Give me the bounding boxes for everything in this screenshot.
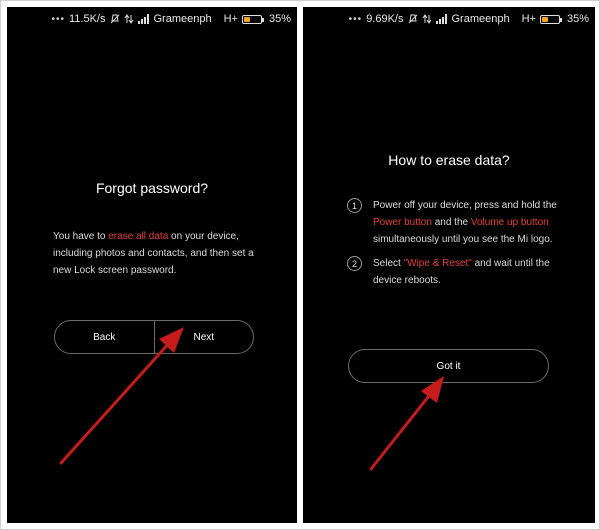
battery-icon <box>241 14 264 24</box>
step-highlight: "Wipe & Reset" <box>403 258 472 269</box>
description-text: You have to erase all data on your devic… <box>53 228 263 279</box>
battery-fill <box>243 16 250 22</box>
step-text: Power off your device, press and hold th… <box>373 197 562 248</box>
mute-icon <box>110 14 120 24</box>
status-bar: ••• 11.5K/s Grameenph H+ 35% <box>7 7 297 31</box>
screenshot-frame: ••• 11.5K/s Grameenph H+ 35% Forgot pass… <box>0 0 600 530</box>
carrier-name: Grameenph <box>153 13 212 25</box>
dots-icon: ••• <box>51 13 65 25</box>
battery-icon <box>539 14 562 24</box>
data-arrows-icon <box>124 14 134 24</box>
battery-fill <box>541 16 548 22</box>
button-group: Back Next <box>54 320 254 354</box>
step-text-part: Select <box>373 258 404 269</box>
mute-icon <box>408 14 418 24</box>
forgot-password-screen: ••• 11.5K/s Grameenph H+ 35% Forgot pass… <box>7 7 297 523</box>
step-highlight: Power button <box>373 217 432 228</box>
description-highlight: erase all data <box>108 231 169 242</box>
next-button[interactable]: Next <box>155 321 254 353</box>
description-part1: You have to <box>53 231 109 242</box>
network-type: H+ <box>521 13 536 25</box>
step-text-part: simultaneously until you see the Mi logo… <box>373 234 553 245</box>
step-item: 1 Power off your device, press and hold … <box>347 197 562 248</box>
step-highlight: Volume up button <box>470 217 549 228</box>
battery-percent: 35% <box>268 13 291 25</box>
network-speed: 11.5K/s <box>69 13 106 25</box>
step-number: 1 <box>347 198 362 213</box>
step-item: 2 Select "Wipe & Reset" and wait until t… <box>347 255 562 289</box>
signal-icon <box>435 14 448 24</box>
erase-steps: 1 Power off your device, press and hold … <box>347 197 562 296</box>
network-speed: 9.69K/s <box>366 13 404 25</box>
carrier-name: Grameenph <box>451 13 510 25</box>
back-button[interactable]: Back <box>55 321 154 353</box>
dots-icon: ••• <box>348 13 363 25</box>
signal-icon <box>137 14 150 24</box>
page-title: Forgot password? <box>95 180 209 196</box>
status-bar: ••• 9.69K/s Grameenph H+ 35% <box>303 7 595 31</box>
step-text: Select "Wipe & Reset" and wait until the… <box>373 255 562 289</box>
step-number: 2 <box>347 256 362 271</box>
step-text-part: Power off your device, press and hold th… <box>373 200 557 211</box>
network-type: H+ <box>223 13 238 25</box>
page-title: How to erase data? <box>388 152 510 168</box>
got-it-button[interactable]: Got it <box>348 349 549 383</box>
battery-percent: 35% <box>566 13 589 25</box>
erase-data-screen: ••• 9.69K/s Grameenph H+ 35% How to eras… <box>303 7 595 523</box>
step-text-part: and the <box>431 217 471 228</box>
data-arrows-icon <box>422 14 432 24</box>
